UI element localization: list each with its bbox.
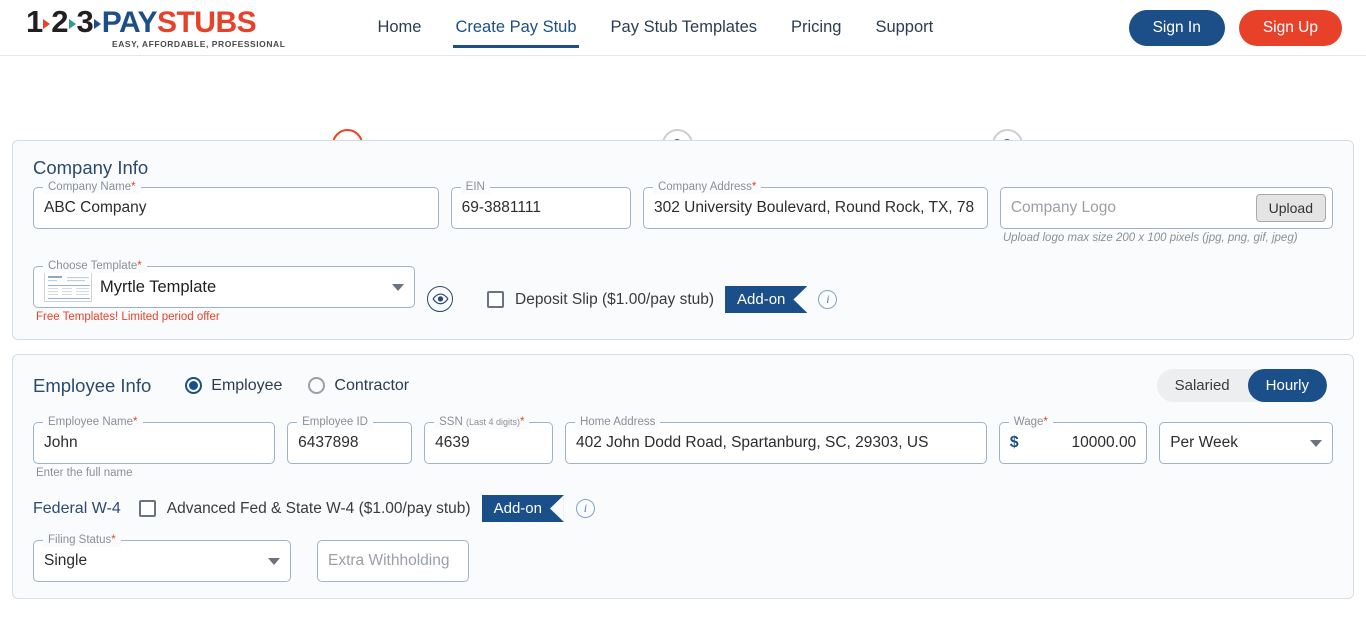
company-logo-helper: Upload logo max size 200 x 100 pixels (j… <box>1002 232 1298 244</box>
template-thumbnail <box>44 272 92 302</box>
extra-withholding-field[interactable]: Extra Withholding <box>317 540 469 582</box>
wage-currency-symbol: $ <box>1009 434 1019 451</box>
company-info-card: Company Info Company Name* ABC Company E… <box>12 140 1354 340</box>
company-name-field[interactable]: Company Name* ABC Company <box>33 180 439 229</box>
site-header: 1 2 3 PAY STUBS EASY, AFFORDABLE, PROFES… <box>0 0 1366 56</box>
employee-id-value: 6437898 <box>298 434 359 451</box>
contractor-radio[interactable] <box>308 377 326 394</box>
filing-status-value: Single <box>44 552 88 569</box>
sign-up-button[interactable]: Sign Up <box>1238 9 1342 46</box>
ein-field[interactable]: EIN 69-3881111 <box>450 180 631 229</box>
extra-withholding-placeholder: Extra Withholding <box>328 552 450 569</box>
employee-name-value: John <box>44 434 78 451</box>
nav-item-pay-stub-templates[interactable]: Pay Stub Templates <box>609 0 759 56</box>
company-name-label: Company Name* <box>43 180 141 194</box>
employee-name-label: Employee Name* <box>43 415 143 429</box>
pay-period-field[interactable]: Per Week <box>1159 422 1333 464</box>
wage-value: 10000.00 <box>1071 434 1137 451</box>
advanced-w4-addon-badge: Add-on <box>481 495 564 522</box>
template-helper: Free Templates! Limited period offer <box>36 311 220 323</box>
main-navigation: Home Create Pay Stub Pay Stub Templates … <box>375 0 935 56</box>
site-logo[interactable]: 1 2 3 PAY STUBS EASY, AFFORDABLE, PROFES… <box>26 6 285 49</box>
nav-item-home[interactable]: Home <box>375 0 423 56</box>
advanced-w4-checkbox[interactable] <box>138 500 156 517</box>
employee-info-title: Employee Info <box>33 374 152 396</box>
sign-in-button[interactable]: Sign In <box>1128 9 1225 46</box>
progress-stepper: Enter Pay Stub Details 2 Preview Pay Stu… <box>0 56 1366 193</box>
employee-type-employee-option[interactable]: Employee <box>185 377 282 395</box>
home-address-label: Home Address <box>574 415 661 429</box>
deposit-slip-addon-badge: Add-on <box>725 286 808 313</box>
employee-id-field[interactable]: Employee ID 6437898 <box>287 415 413 464</box>
employee-name-field[interactable]: Employee Name* John Enter the full name <box>33 415 276 479</box>
home-address-field[interactable]: Home Address 402 John Dodd Road, Spartan… <box>564 415 987 464</box>
company-address-label: Company Address* <box>652 180 762 194</box>
ein-label: EIN <box>460 180 490 194</box>
employee-radio[interactable] <box>185 377 203 394</box>
logo-arrow-teal-icon <box>68 19 76 29</box>
advanced-w4-label: Advanced Fed & State W-4 ($1.00/pay stub… <box>166 499 471 517</box>
filing-status-chevron-down-icon[interactable] <box>268 557 280 565</box>
chevron-down-icon[interactable] <box>392 283 404 291</box>
choose-template-value: Myrtle Template <box>100 277 217 296</box>
logo-tagline: EASY, AFFORDABLE, PROFESSIONAL <box>112 39 286 49</box>
employee-name-helper: Enter the full name <box>36 467 133 479</box>
preview-template-eye-icon[interactable] <box>427 285 453 312</box>
ssn-label: SSN (Last 4 digits)* <box>434 415 530 429</box>
company-address-field[interactable]: Company Address* 302 University Boulevar… <box>642 180 988 229</box>
deposit-slip-addon-text: Add-on <box>725 286 808 313</box>
employee-info-card: Employee Info Employee Contractor Salari… <box>12 354 1354 599</box>
employee-type-contractor-option[interactable]: Contractor <box>308 377 409 395</box>
advanced-w4-addon-text: Add-on <box>481 495 564 522</box>
employee-id-label: Employee ID <box>297 415 373 429</box>
company-logo-placeholder: Company Logo <box>1010 199 1116 216</box>
ssn-value: 4639 <box>435 434 470 451</box>
logo-stubs-text: STUBS <box>156 6 257 39</box>
pay-period-chevron-down-icon[interactable] <box>1309 439 1322 447</box>
company-logo-field[interactable]: Company Logo Upload Upload logo max size… <box>999 187 1333 244</box>
logo-arrow-red-icon <box>43 19 51 29</box>
wage-label: Wage* <box>1008 415 1053 429</box>
logo-arrow-blue-icon <box>93 19 101 29</box>
logo-number-3: 3 <box>76 4 94 39</box>
company-info-title: Company Info <box>33 157 149 178</box>
pay-type-toggle[interactable]: Salaried Hourly <box>1156 369 1327 402</box>
contractor-radio-label: Contractor <box>334 376 410 394</box>
nav-item-pricing[interactable]: Pricing <box>789 0 843 56</box>
choose-template-label: Choose Template* <box>43 259 147 273</box>
logo-number-2: 2 <box>51 4 68 39</box>
pay-period-value: Per Week <box>1170 434 1238 451</box>
logo-pay-text: PAY <box>101 6 158 39</box>
company-address-value: 302 University Boulevard, Round Rock, TX… <box>653 199 975 216</box>
filing-status-label: Filing Status* <box>43 533 121 547</box>
logo-number-1: 1 <box>26 4 43 39</box>
advanced-w4-info-icon[interactable]: i <box>575 499 595 518</box>
nav-item-support[interactable]: Support <box>873 0 935 56</box>
auth-buttons: Sign In Sign Up <box>1128 9 1342 46</box>
deposit-slip-checkbox[interactable] <box>487 291 504 308</box>
deposit-slip-row: Deposit Slip ($1.00/pay stub) Add-on i <box>487 286 838 313</box>
ssn-field[interactable]: SSN (Last 4 digits)* 4639 <box>424 415 553 464</box>
employee-radio-label: Employee <box>211 376 283 394</box>
nav-item-create-pay-stub[interactable]: Create Pay Stub <box>453 0 579 56</box>
toggle-salaried[interactable]: Salaried <box>1157 369 1248 402</box>
upload-logo-button[interactable]: Upload <box>1255 194 1326 222</box>
company-name-value: ABC Company <box>44 199 147 216</box>
filing-status-field[interactable]: Filing Status* Single <box>33 533 291 582</box>
wage-field[interactable]: Wage* $ 10000.00 <box>998 415 1148 464</box>
deposit-slip-label: Deposit Slip ($1.00/pay stub) <box>515 290 715 308</box>
deposit-slip-info-icon[interactable]: i <box>818 290 838 309</box>
toggle-hourly[interactable]: Hourly <box>1247 369 1327 402</box>
choose-template-field[interactable]: Choose Template* Myrtle Template Free Te… <box>33 259 415 323</box>
home-address-value: 402 John Dodd Road, Spartanburg, SC, 293… <box>575 434 929 451</box>
ein-value: 69-3881111 <box>461 199 541 216</box>
federal-w4-label: Federal W-4 <box>33 499 121 517</box>
